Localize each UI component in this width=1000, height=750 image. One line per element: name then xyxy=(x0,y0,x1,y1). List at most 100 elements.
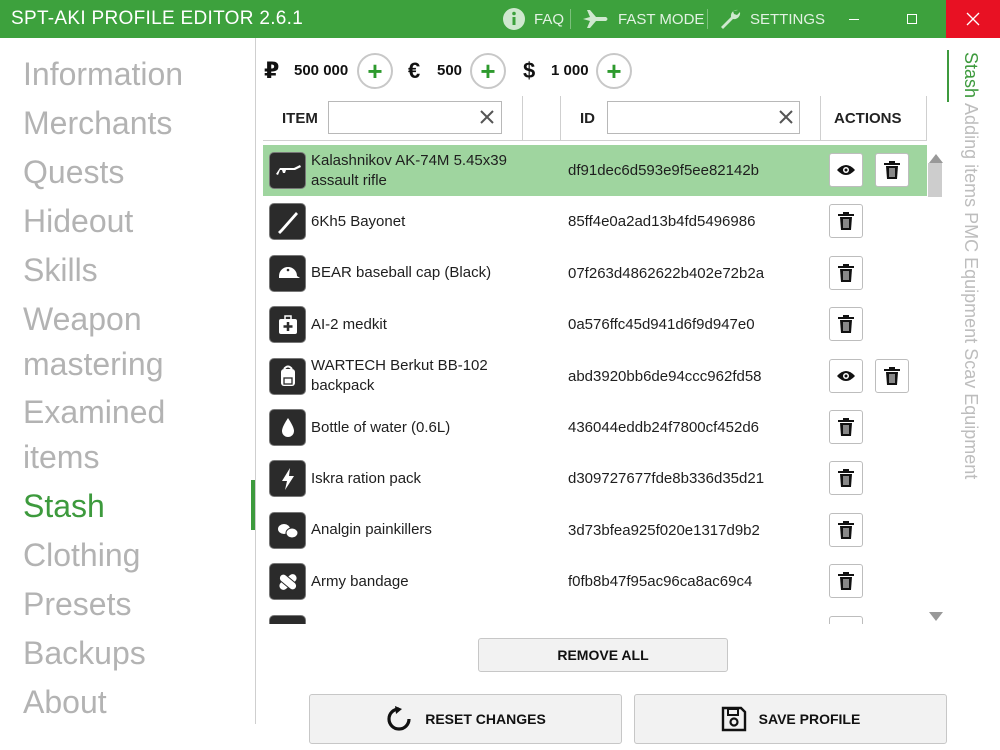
item-icon xyxy=(269,614,306,624)
ration-icon xyxy=(269,460,306,498)
add-euros-button[interactable]: + xyxy=(470,53,506,89)
table-row[interactable]: Bottle of water (0.6L) 436044eddb24f7800c… xyxy=(263,402,927,453)
maximize-button[interactable] xyxy=(889,0,935,38)
sidebar-item-merchants[interactable]: Merchants xyxy=(23,101,172,146)
side-tab-indicator xyxy=(947,50,949,102)
settings-label: SETTINGS xyxy=(750,10,826,28)
add-dollars-button[interactable]: + xyxy=(596,53,632,89)
sidebar-item-quests[interactable]: Quests xyxy=(23,150,124,195)
close-button[interactable] xyxy=(946,0,1000,38)
faq-button[interactable]: FAQ xyxy=(502,0,564,38)
sidebar-item-presets[interactable]: Presets xyxy=(23,582,131,627)
id-column-header: ID xyxy=(580,110,595,127)
item-id: f0fb8b47f95ac96ca8ac69c4 xyxy=(568,573,753,591)
side-tabs: Stash Adding items PMC Equipment Scav Eq… xyxy=(960,52,981,479)
column-divider xyxy=(522,96,523,140)
item-name: Kalashnikov AK-74M 5.45x39 assault rifle xyxy=(311,151,507,189)
sidebar-item-information[interactable]: Information xyxy=(23,52,183,97)
save-icon xyxy=(721,706,747,732)
item-id: df91dec6d593e9f5ee82142b xyxy=(568,162,760,179)
view-item-button[interactable] xyxy=(829,358,863,393)
cap-icon xyxy=(269,254,306,292)
clear-icon xyxy=(779,110,793,124)
sidebar-item-examined-items[interactable]: items xyxy=(23,435,99,480)
delete-item-button[interactable] xyxy=(829,410,863,444)
save-profile-button[interactable]: SAVE PROFILE xyxy=(634,694,947,744)
table-row[interactable]: AI-2 medkit 0a576ffc45d941d6f9d947e0 xyxy=(263,299,927,350)
table-row[interactable] xyxy=(263,608,927,624)
scrollbar-thumb[interactable] xyxy=(928,163,942,197)
sidebar-item-skills[interactable]: Skills xyxy=(23,248,98,293)
table-row[interactable]: Kalashnikov AK-74M 5.45x39 assault rifle… xyxy=(263,145,927,196)
dollar-symbol: $ xyxy=(523,58,536,83)
clear-icon xyxy=(480,110,494,124)
delete-item-button[interactable] xyxy=(829,204,863,239)
sidebar-item-examined-items[interactable]: Examined xyxy=(23,390,165,435)
trash-icon xyxy=(838,572,854,591)
add-roubles-button[interactable]: + xyxy=(357,53,393,89)
tab-stash[interactable]: Stash xyxy=(961,52,981,98)
item-name: 6Kh5 Bayonet xyxy=(311,212,406,230)
tab-adding-items[interactable]: Adding items xyxy=(961,103,981,207)
view-item-button[interactable] xyxy=(829,153,863,187)
table-row[interactable]: Iskra ration pack d309727677fde8b336d35d2… xyxy=(263,453,927,504)
trash-icon xyxy=(838,469,854,488)
rifle-icon xyxy=(269,152,306,189)
sidebar-item-hideout[interactable]: Hideout xyxy=(23,199,133,244)
delete-item-button[interactable] xyxy=(829,512,863,547)
item-id: 85ff4e0a2ad13b4fd5496986 xyxy=(568,213,756,231)
item-name: Army bandage xyxy=(311,572,409,590)
table-row[interactable]: 6Kh5 Bayonet 85ff4e0a2ad13b4fd5496986 xyxy=(263,196,927,247)
tab-scav-equipment[interactable]: Scav Equipment xyxy=(961,348,981,479)
reset-changes-button[interactable]: RESET CHANGES xyxy=(309,694,622,744)
scroll-down-button[interactable] xyxy=(929,608,943,626)
table-row[interactable]: Analgin painkillers 3d73bfea925f020e1317d… xyxy=(263,505,927,556)
remove-all-button[interactable]: REMOVE ALL xyxy=(478,638,728,672)
id-filter-input[interactable] xyxy=(607,101,800,134)
delete-item-button[interactable] xyxy=(829,461,863,496)
delete-item-button[interactable] xyxy=(875,153,909,187)
sidebar-item-stash[interactable]: Stash xyxy=(23,484,105,529)
sidebar-item-weapon-mastering[interactable]: mastering xyxy=(23,342,164,387)
pills-icon xyxy=(269,511,306,549)
app-title: SPT-AKI PROFILE EDITOR 2.6.1 xyxy=(11,8,304,29)
item-name: Iskra ration pack xyxy=(311,469,422,487)
clear-id-filter-button[interactable] xyxy=(775,106,797,128)
reset-icon xyxy=(385,705,413,733)
tab-pmc-equipment[interactable]: PMC Equipment xyxy=(961,212,981,343)
maximize-icon xyxy=(907,14,917,24)
delete-item-button[interactable] xyxy=(829,615,863,624)
item-name: WARTECH Berkut BB-102 backpack xyxy=(311,357,488,395)
sidebar-item-about[interactable]: About xyxy=(23,680,107,725)
sidebar-active-indicator xyxy=(251,480,255,530)
item-id: 0a576ffc45d941d6f9d947e0 xyxy=(568,316,755,334)
save-profile-label: SAVE PROFILE xyxy=(758,711,861,727)
table-row[interactable]: Army bandage f0fb8b47f95ac96ca8ac69c4 xyxy=(263,556,927,607)
sidebar: Information Merchants Quests Hideout Ski… xyxy=(0,38,256,750)
euro-symbol: € xyxy=(408,58,421,83)
fast-mode-button[interactable]: FAST MODE xyxy=(582,0,704,38)
close-icon xyxy=(966,12,980,26)
sidebar-item-backups[interactable]: Backups xyxy=(23,631,146,676)
delete-item-button[interactable] xyxy=(829,255,863,290)
delete-item-button[interactable] xyxy=(829,307,863,342)
sidebar-divider xyxy=(255,38,256,724)
sidebar-item-clothing[interactable]: Clothing xyxy=(23,533,140,578)
clear-item-filter-button[interactable] xyxy=(476,106,498,128)
airplane-icon xyxy=(582,8,610,30)
sidebar-item-weapon-mastering[interactable]: Weapon xyxy=(23,297,142,342)
minimize-button[interactable] xyxy=(831,0,877,38)
dollar-amount: 1 000 xyxy=(551,62,589,79)
item-id: d309727677fde8b336d35d21 xyxy=(568,470,765,488)
settings-button[interactable]: SETTINGS xyxy=(718,0,825,38)
actions-column-header: ACTIONS xyxy=(834,110,902,127)
eye-icon xyxy=(837,165,855,175)
table-row[interactable]: WARTECH Berkut BB-102 backpack abd3920bb6… xyxy=(263,351,927,402)
delete-item-button[interactable] xyxy=(875,358,909,393)
column-divider xyxy=(560,96,561,140)
delete-item-button[interactable] xyxy=(829,564,863,599)
column-divider xyxy=(820,96,821,140)
item-id: 3d73bfea925f020e1317d9b2 xyxy=(568,521,760,539)
item-id: abd3920bb6de94ccc962fd58 xyxy=(568,367,762,385)
table-row[interactable]: BEAR baseball cap (Black) 07f263d4862622b… xyxy=(263,248,927,299)
